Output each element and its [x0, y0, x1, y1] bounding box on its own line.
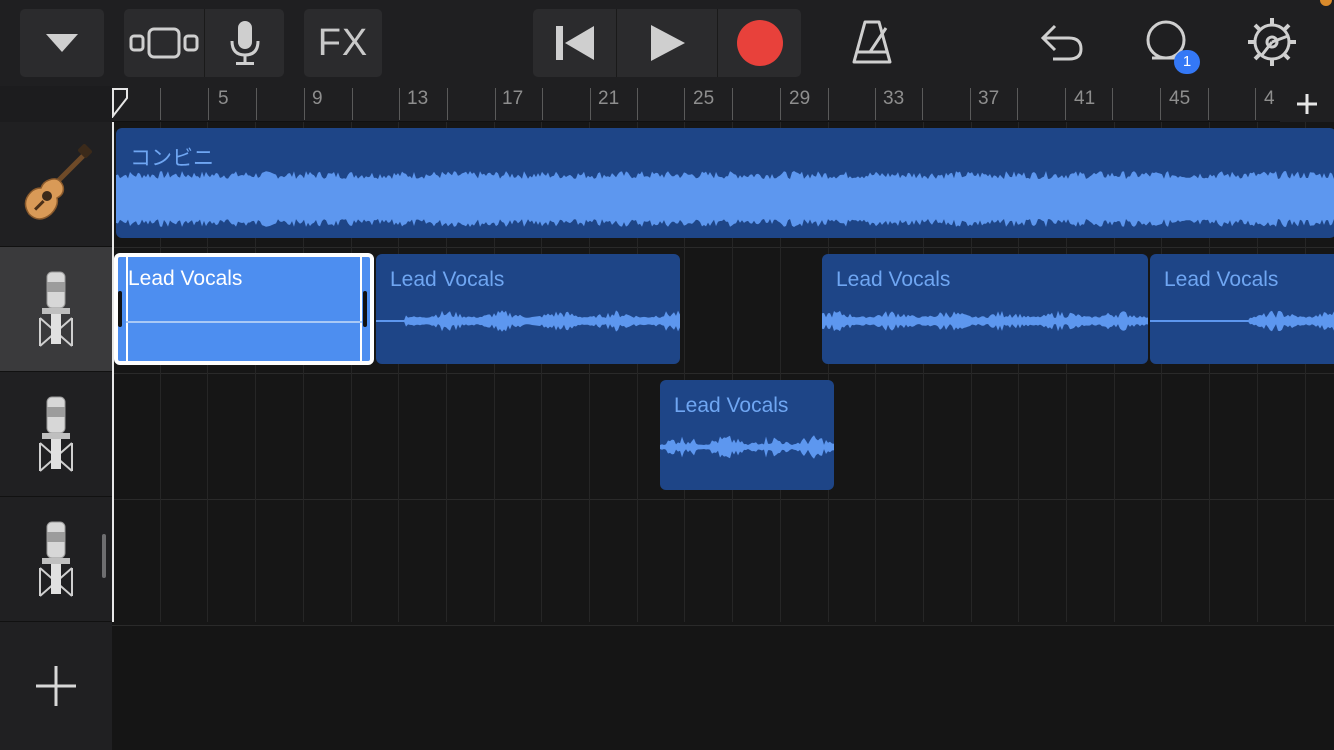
- triangle-down-icon: [20, 9, 104, 77]
- bar-label: 17: [502, 88, 524, 109]
- notification-dot: [1320, 0, 1332, 6]
- region-label: Lead Vocals: [1164, 268, 1279, 291]
- region-label: Lead Vocals: [390, 268, 505, 291]
- audio-region-lead-vocals[interactable]: Lead Vocals: [1150, 254, 1334, 364]
- top-toolbar: FX 1: [0, 0, 1334, 86]
- audio-region-lead-vocals[interactable]: Lead Vocals: [822, 254, 1148, 364]
- plus-icon: [36, 666, 76, 706]
- audio-region-lead-vocals-selected[interactable]: Lead Vocals: [114, 253, 374, 365]
- tracks-timeline[interactable]: コンビニ Lead Vocals Lead Vocals Lead Vocals…: [112, 122, 1334, 750]
- record-icon[interactable]: [718, 9, 801, 77]
- view-mic-group: [124, 9, 284, 77]
- track-view-icon[interactable]: [124, 9, 204, 77]
- playhead-handle[interactable]: [112, 88, 130, 118]
- bar-label: 21: [598, 88, 620, 109]
- track-header-vocal-2[interactable]: [0, 372, 112, 497]
- region-trim-handle-left[interactable]: [118, 291, 122, 327]
- loop-count-badge: 1: [1174, 50, 1200, 74]
- skip-back-icon[interactable]: [533, 9, 616, 77]
- bar-label: 25: [693, 88, 715, 109]
- bar-label: 4: [1264, 88, 1275, 109]
- timeline-ruler[interactable]: 5 9 13 17 21 25 29 33 37 41 45 4: [112, 86, 1334, 122]
- bar-label: 33: [883, 88, 905, 109]
- region-label: Lead Vocals: [836, 268, 951, 291]
- lane-vocal-3[interactable]: [112, 500, 1334, 626]
- fx-button[interactable]: FX: [304, 9, 382, 77]
- gear-icon[interactable]: [1244, 14, 1300, 70]
- condenser-mic-icon: [39, 521, 73, 597]
- track-header-vocal-1[interactable]: [0, 247, 112, 372]
- region-label: Lead Vocals: [128, 267, 243, 290]
- bar-label: 9: [312, 88, 323, 109]
- track-headers: [0, 122, 112, 750]
- bar-tick: [208, 88, 209, 120]
- play-icon[interactable]: [617, 9, 717, 77]
- track-header-guitar[interactable]: [0, 122, 112, 247]
- audio-region-lead-vocals[interactable]: Lead Vocals: [376, 254, 680, 364]
- track-scroll-indicator[interactable]: [102, 534, 106, 578]
- audio-region-lead-vocals[interactable]: Lead Vocals: [660, 380, 834, 490]
- microphone-icon[interactable]: [205, 9, 284, 77]
- waveform: [1150, 310, 1334, 332]
- acoustic-guitar-icon: [24, 144, 92, 220]
- transport-controls: [533, 9, 801, 77]
- track-header-vocal-3[interactable]: [0, 497, 112, 622]
- waveform: [116, 171, 1334, 227]
- bar-label: 37: [978, 88, 1000, 109]
- undo-icon[interactable]: [1034, 14, 1090, 70]
- playhead-line[interactable]: [112, 122, 114, 622]
- bar-label: 29: [789, 88, 811, 109]
- add-section-button[interactable]: [1280, 86, 1334, 122]
- waveform: [376, 310, 680, 332]
- browser-button[interactable]: [20, 9, 104, 77]
- region-label: Lead Vocals: [674, 394, 789, 417]
- region-trim-handle-right[interactable]: [363, 291, 367, 327]
- bar-label: 13: [407, 88, 429, 109]
- metronome-icon[interactable]: [844, 14, 900, 70]
- add-track-button[interactable]: [0, 622, 112, 750]
- waveform: [660, 435, 834, 459]
- bar-label: 5: [218, 88, 229, 109]
- plus-icon: [1297, 94, 1317, 114]
- fx-label: FX: [317, 21, 369, 64]
- bar-label: 41: [1074, 88, 1096, 109]
- condenser-mic-icon: [39, 271, 73, 347]
- condenser-mic-icon: [39, 396, 73, 472]
- bar-label: 45: [1169, 88, 1191, 109]
- audio-region-guitar[interactable]: コンビニ: [116, 128, 1334, 238]
- waveform: [822, 310, 1148, 332]
